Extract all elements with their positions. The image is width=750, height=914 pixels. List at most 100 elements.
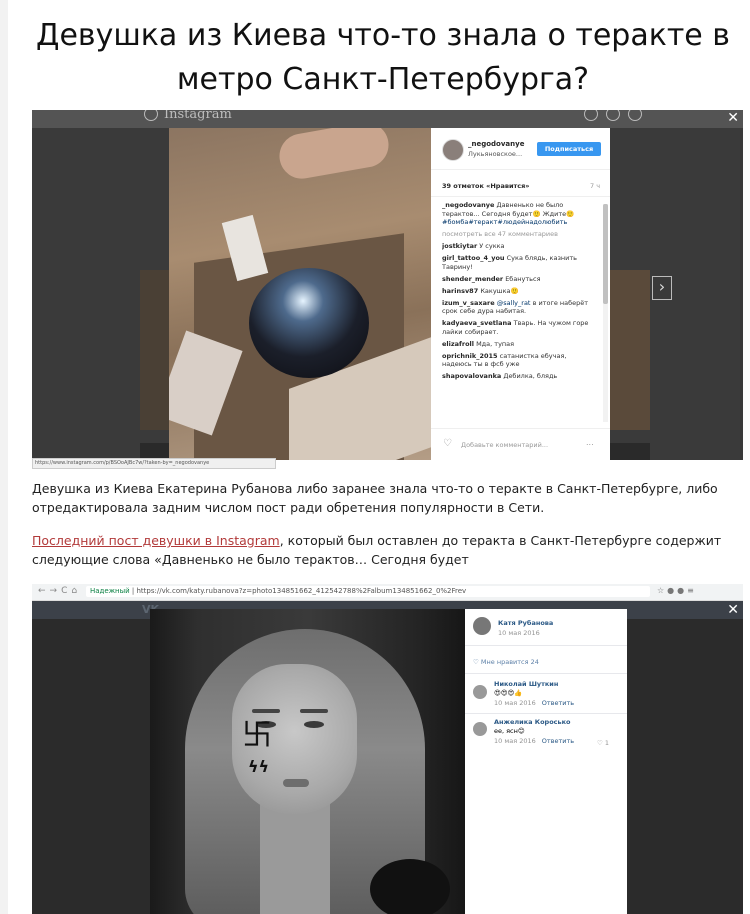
profile-icon [628,110,642,121]
image-source-url: https://www.instagram.com/p/BSOoAJBc7w/?… [32,458,276,469]
avatar[interactable] [473,722,487,736]
eye [304,721,324,728]
background-thumbnail [140,270,169,430]
background-thumbnail [610,443,650,460]
comment-username[interactable]: shender_mender [442,275,503,283]
comment-meta: 10 мая 2016 Ответить [494,699,574,707]
background-thumbnail [610,270,650,430]
comment-date: 10 мая 2016 [494,737,536,745]
comment-text: ee, ясн😊 [494,727,525,735]
comment-author[interactable]: Николай Шуткин [494,680,558,688]
comment-author[interactable]: Анжелика Коросько [494,718,571,726]
comment: izum_v_saxare @sally_rat в итоге наберёт… [442,299,598,316]
comment-username[interactable]: kadyaeva_svetlana [442,319,512,327]
post-username[interactable]: _negodovanye [468,140,524,148]
scrollbar-thumb[interactable] [603,204,608,304]
address-url: https://vk.com/katy.rubanova?z=photo1348… [136,587,467,595]
post-date: 10 мая 2016 [498,629,540,637]
comment-username[interactable]: elizafroll [442,340,474,348]
paragraph-1: Девушка из Киева Екатерина Рубанова либо… [32,481,718,515]
browser-nav-icons[interactable]: ←→C⌂ [38,586,81,596]
comment-username[interactable]: oprichnik_2015 [442,352,498,360]
browser-address-bar[interactable]: Надежный | https://vk.com/katy.rubanova?… [86,586,650,597]
comment: elizafroll Мда, тупая [442,340,598,349]
eyebrow [300,709,328,713]
camera-icon [144,110,158,121]
article-title: Девушка из Киева что-то знала о теракте … [36,18,730,97]
caption: _negodovanye Давненько не было терактов.… [442,201,575,226]
likes-count: 24 [530,658,539,666]
comment-text: 😍😍😍👍 [494,689,523,697]
post-location[interactable]: Лукьяновское... [468,150,522,158]
comment: kadyaeva_svetlana Тварь. На чужом горе л… [442,319,598,336]
follow-button[interactable]: Подписаться [537,142,601,156]
paragraph-2: Последний пост девушки в Instagram, кото… [32,531,744,569]
neck [260,804,330,914]
comment-username[interactable]: shapovalovanka [442,372,501,380]
comment-text: Ебануться [505,274,541,283]
comment-text: У сукка [479,242,505,250]
caption-username[interactable]: _negodovanye [442,201,494,209]
view-all-comments-link[interactable]: посмотреть все 47 комментариев [442,230,598,239]
vk-photo: 卐 ϟϟ [150,609,467,914]
comment: shender_mender Ебануться [442,275,598,284]
browser-extension-icons[interactable]: ☆●●≡ [657,586,697,595]
caption-text-end: Ждите [542,209,567,218]
reply-link[interactable]: Ответить [542,699,574,707]
comment-meta: 10 мая 2016 Ответить [494,737,574,745]
comment-likes-count: 1 [604,739,610,747]
divider [431,196,610,197]
comment: girl_tattoo_4_you Сука блядь, казнить Та… [442,254,598,271]
comment: jostkiytar У сукка [442,242,598,251]
post-age: 7 ч [590,182,601,190]
secure-label: Надежный [90,587,130,595]
post-author[interactable]: Катя Рубанова [498,619,553,627]
browser-toolbar: ←→C⌂ Надежный | https://vk.com/katy.ruba… [32,584,743,601]
comment: shapovalovanka Дебилка, блядь [442,372,598,381]
background-object [370,859,450,914]
ss-runes-drawing-icon: ϟϟ [248,757,270,776]
like-button[interactable]: ♡ Мне нравится 24 [473,658,539,666]
heart-icon [606,110,620,121]
divider [465,645,627,646]
comment-text: Мда, тупая [476,339,515,348]
next-arrow-icon[interactable]: › [652,276,672,300]
instagram-screenshot: Instagram ✕ › _negodovanye Лукьяновское.… [32,110,743,460]
comment-username[interactable]: girl_tattoo_4_you [442,254,505,262]
vk-post-panel: Катя Рубанова 10 мая 2016 ♡ Мне нравится… [465,609,627,914]
caption-hashtags[interactable]: #бомба#теракт#людейнадолюбить [442,218,567,226]
instagram-logo: Instagram [164,110,232,122]
comments-list: _negodovanye Давненько не было терактов.… [442,201,598,423]
close-icon[interactable]: ✕ [727,602,739,618]
comment-username[interactable]: jostkiytar [442,242,477,250]
hand [275,128,393,183]
like-heart-icon[interactable]: ♡ [443,438,452,449]
instagram-post-link[interactable]: Последний пост девушки в Instagram [32,533,280,548]
comment: harinsv87 Какушка🙂 [442,286,519,295]
likes-label: Мне нравится [480,658,529,666]
divider [465,713,627,714]
comment-username[interactable]: izum_v_saxare [442,299,495,307]
comment-text: Дебилка, блядь [503,372,558,380]
instagram-header: Instagram [32,110,743,128]
comment-like[interactable]: ♡ 1 [597,739,609,747]
avatar[interactable] [473,617,491,635]
close-icon[interactable]: ✕ [727,110,739,126]
comment-username[interactable]: harinsv87 [442,287,478,295]
comments-scrollbar[interactable] [603,204,608,422]
lips [283,779,309,787]
left-border [0,0,8,914]
add-comment-input[interactable]: Добавьте комментарий... [461,441,548,449]
avatar[interactable] [473,685,487,699]
likes-count[interactable]: 39 отметок «Нравится» [442,182,530,190]
reply-link[interactable]: Ответить [542,737,574,745]
post-photo [169,128,431,460]
divider [431,428,610,429]
comment-date: 10 мая 2016 [494,699,536,707]
more-options-icon[interactable]: ... [586,438,594,447]
divider [431,169,610,170]
comment-mention[interactable]: @sally_rat [497,299,531,307]
comment: oprichnik_2015 сатанистка ебучая, надеюс… [442,352,598,369]
avatar[interactable] [442,139,464,161]
divider [465,673,627,674]
